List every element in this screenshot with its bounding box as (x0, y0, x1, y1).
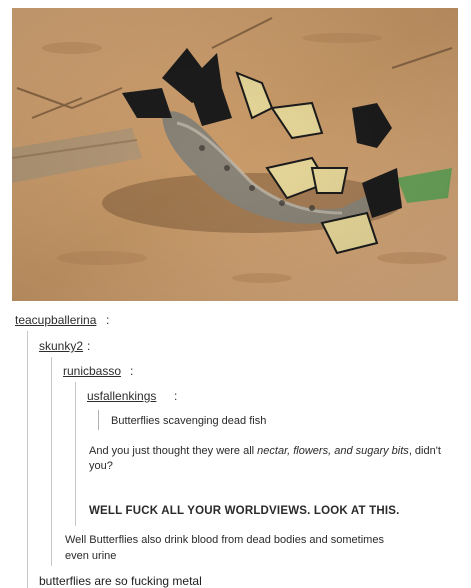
username-colon: : (106, 313, 110, 327)
username-colon: : (87, 339, 91, 353)
reply-text-1: And you just thought they were all necta… (89, 445, 441, 472)
butterflies-fish-image (12, 8, 458, 301)
quote-border (98, 410, 99, 430)
username-colon: : (174, 389, 178, 403)
username-colon: : (130, 364, 134, 378)
username-skunky2[interactable]: skunky2 (39, 339, 83, 353)
reply-text-3-line-2: even urine (65, 550, 117, 562)
post-photo (12, 8, 458, 301)
username-runicbasso[interactable]: runicbasso (63, 364, 121, 378)
quote-border (75, 382, 76, 526)
quote-border (51, 357, 52, 566)
reply-text-2: WELL FUCK ALL YOUR WORLDVIEWS. LOOK AT T… (89, 505, 400, 517)
final-comment: butterflies are so fucking metal (39, 574, 202, 588)
username-teacupballerina[interactable]: teacupballerina (15, 313, 96, 327)
username-usfallenkings[interactable]: usfallenkings (87, 389, 156, 403)
reply-text-3-line-1: Well Butterflies also drink blood from d… (65, 534, 384, 546)
quote-text: Butterflies scavenging dead fish (111, 415, 267, 427)
quote-border (27, 331, 28, 588)
